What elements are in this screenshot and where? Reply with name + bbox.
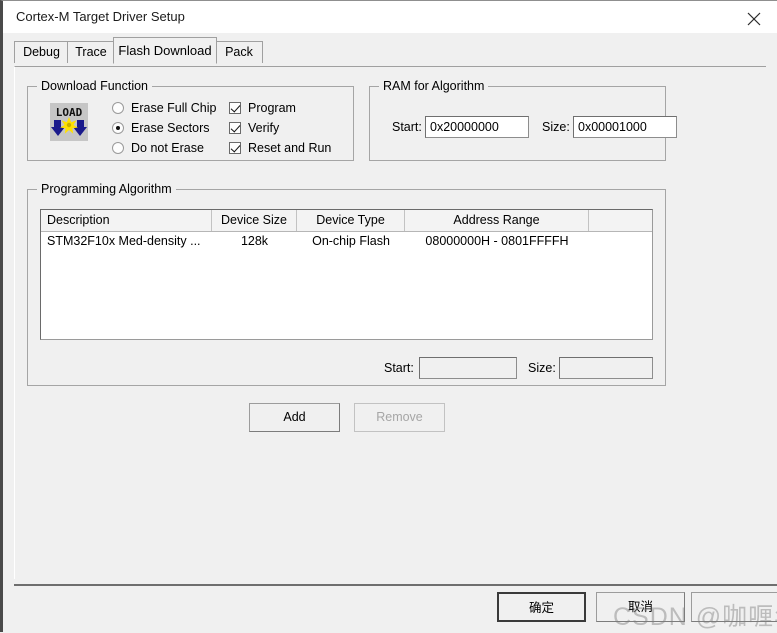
tab-bar: Debug Trace Flash Download Pack (3, 33, 777, 67)
load-icon: LOAD (50, 103, 88, 141)
cell-address-range: 08000000H - 0801FFFFH (425, 234, 569, 248)
checkbox-reset-and-run-mark (229, 142, 241, 154)
radio-erase-sectors-mark (112, 122, 124, 134)
footer-separator (14, 584, 777, 586)
help-button[interactable] (691, 592, 777, 622)
checkbox-program-label: Program (248, 101, 296, 115)
tab-flash-download[interactable]: Flash Download (113, 37, 217, 64)
radio-erase-sectors[interactable]: Erase Sectors (112, 121, 210, 135)
window-titlebar: Cortex-M Target Driver Setup (3, 1, 777, 33)
download-function-group: Download Function LOAD Erase Full Chip E… (27, 79, 354, 161)
add-button[interactable]: Add (249, 403, 340, 432)
checkbox-reset-and-run[interactable]: Reset and Run (229, 141, 331, 155)
cell-device-size: 128k (240, 234, 269, 248)
checkbox-verify[interactable]: Verify (229, 121, 279, 135)
ram-start-label: Start: (392, 120, 422, 134)
radio-do-not-erase-mark (112, 142, 124, 154)
table-header-row: Description Device Size Device Type Addr… (41, 210, 652, 232)
tab-pack[interactable]: Pack (215, 41, 263, 63)
radio-erase-full-chip-label: Erase Full Chip (131, 101, 217, 115)
algorithm-start-label: Start: (384, 361, 414, 375)
column-header-description[interactable]: Description (41, 210, 212, 231)
checkbox-reset-and-run-label: Reset and Run (248, 141, 332, 155)
column-header-device-type[interactable]: Device Type (297, 210, 405, 231)
algorithm-size-label: Size: (528, 361, 556, 375)
radio-erase-full-chip-mark (112, 102, 124, 114)
ram-size-label: Size: (542, 120, 570, 134)
close-button[interactable] (731, 1, 777, 33)
algorithm-size-input[interactable] (559, 357, 653, 379)
radio-do-not-erase[interactable]: Do not Erase (112, 141, 204, 155)
window-title: Cortex-M Target Driver Setup (16, 9, 185, 24)
algorithm-start-input[interactable] (419, 357, 517, 379)
table-row[interactable]: STM32F10x Med-density ... 128k On-chip F… (41, 232, 652, 252)
column-header-address-range[interactable]: Address Range (405, 210, 589, 231)
column-header-device-size[interactable]: Device Size (212, 210, 297, 231)
download-function-title: Download Function (37, 79, 153, 93)
radio-erase-sectors-label: Erase Sectors (131, 121, 210, 135)
tab-debug[interactable]: Debug (14, 41, 69, 63)
checkbox-verify-label: Verify (248, 121, 280, 135)
radio-erase-full-chip[interactable]: Erase Full Chip (112, 101, 216, 115)
programming-algorithm-table[interactable]: Description Device Size Device Type Addr… (40, 209, 653, 340)
cell-description: STM32F10x Med-density ... (47, 234, 201, 248)
cell-device-type: On-chip Flash (312, 234, 390, 248)
tab-trace[interactable]: Trace (67, 41, 115, 63)
cell-extra (589, 232, 652, 251)
column-header-extra[interactable] (589, 210, 652, 231)
checkbox-program-mark (229, 102, 241, 114)
ram-start-input[interactable]: 0x20000000 (425, 116, 529, 138)
ram-for-algorithm-group: RAM for Algorithm Start: 0x20000000 Size… (369, 79, 677, 161)
close-icon (747, 12, 761, 26)
checkbox-program[interactable]: Program (229, 101, 296, 115)
checkbox-verify-mark (229, 122, 241, 134)
svg-text:LOAD: LOAD (56, 106, 83, 119)
ok-button[interactable]: 确定 (497, 592, 586, 622)
programming-algorithm-group: Programming Algorithm Description Device… (27, 182, 666, 386)
ram-for-algorithm-title: RAM for Algorithm (379, 79, 489, 93)
ram-size-input[interactable]: 0x00001000 (573, 116, 677, 138)
programming-algorithm-title: Programming Algorithm (37, 182, 176, 196)
target-driver-setup-window: Cortex-M Target Driver Setup Debug Trace… (0, 0, 777, 632)
remove-button: Remove (354, 403, 445, 432)
cancel-button[interactable]: 取消 (596, 592, 685, 622)
radio-do-not-erase-label: Do not Erase (131, 141, 204, 155)
